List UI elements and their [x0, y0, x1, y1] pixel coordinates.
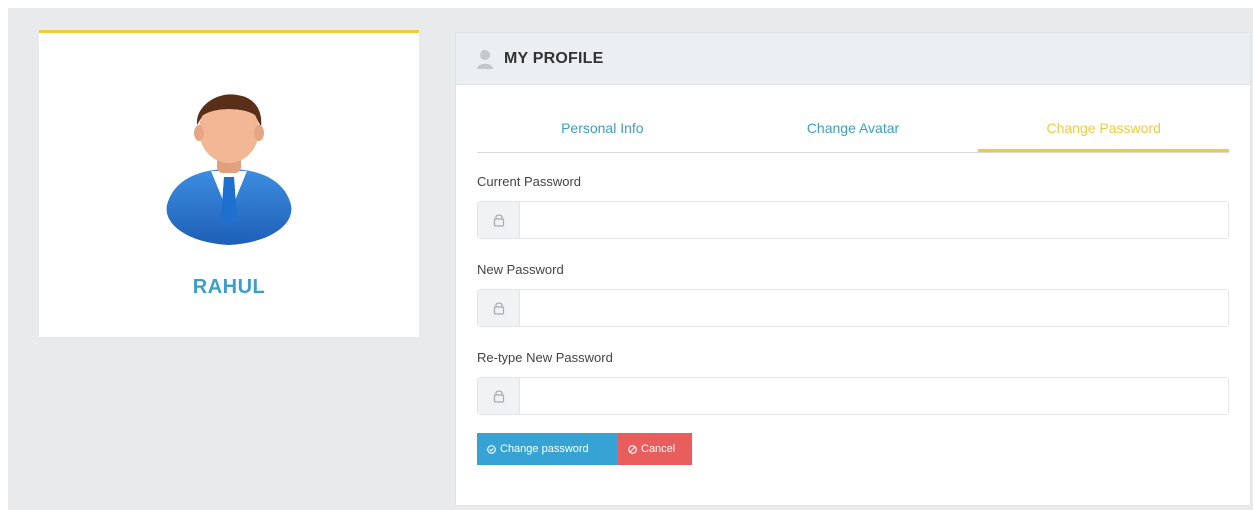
change-password-form: Current Password New Password Re-type Ne… [477, 173, 1229, 437]
profile-panel: MY PROFILE Personal Info Change Avatar C… [455, 32, 1251, 506]
profile-card: RAHUL [39, 30, 419, 337]
new-password-input[interactable] [520, 290, 1228, 326]
profile-tabs: Personal Info Change Avatar Change Passw… [477, 105, 1230, 153]
panel-title: MY PROFILE [504, 49, 604, 67]
retype-password-group [477, 377, 1229, 415]
change-password-label: Change password [500, 443, 589, 455]
retype-password-addon [478, 378, 520, 414]
circle-cancel-icon [628, 444, 637, 454]
circle-check-icon [487, 444, 496, 454]
tab-personal-info[interactable]: Personal Info [477, 105, 728, 152]
user-icon [477, 49, 493, 69]
new-password-group [477, 289, 1229, 327]
profile-name: RAHUL [192, 276, 266, 298]
lock-icon [493, 302, 504, 315]
current-password-addon [478, 202, 520, 238]
current-password-group [477, 201, 1229, 239]
cancel-label: Cancel [641, 443, 676, 455]
retype-password-label: Re-type New Password [477, 350, 613, 365]
new-password-label: New Password [477, 262, 564, 277]
tab-change-avatar[interactable]: Change Avatar [728, 105, 979, 152]
tab-change-password[interactable]: Change Password [978, 105, 1230, 152]
current-password-input[interactable] [520, 202, 1228, 238]
change-password-button[interactable]: Change password [477, 433, 618, 465]
lock-icon [493, 214, 504, 227]
new-password-addon [478, 290, 520, 326]
panel-header: MY PROFILE [456, 33, 1250, 85]
form-actions: Change password Cancel [477, 433, 692, 465]
cancel-button[interactable]: Cancel [618, 433, 692, 465]
retype-password-input[interactable] [520, 378, 1228, 414]
lock-icon [493, 390, 504, 403]
current-password-label: Current Password [477, 174, 582, 189]
avatar [166, 94, 292, 245]
